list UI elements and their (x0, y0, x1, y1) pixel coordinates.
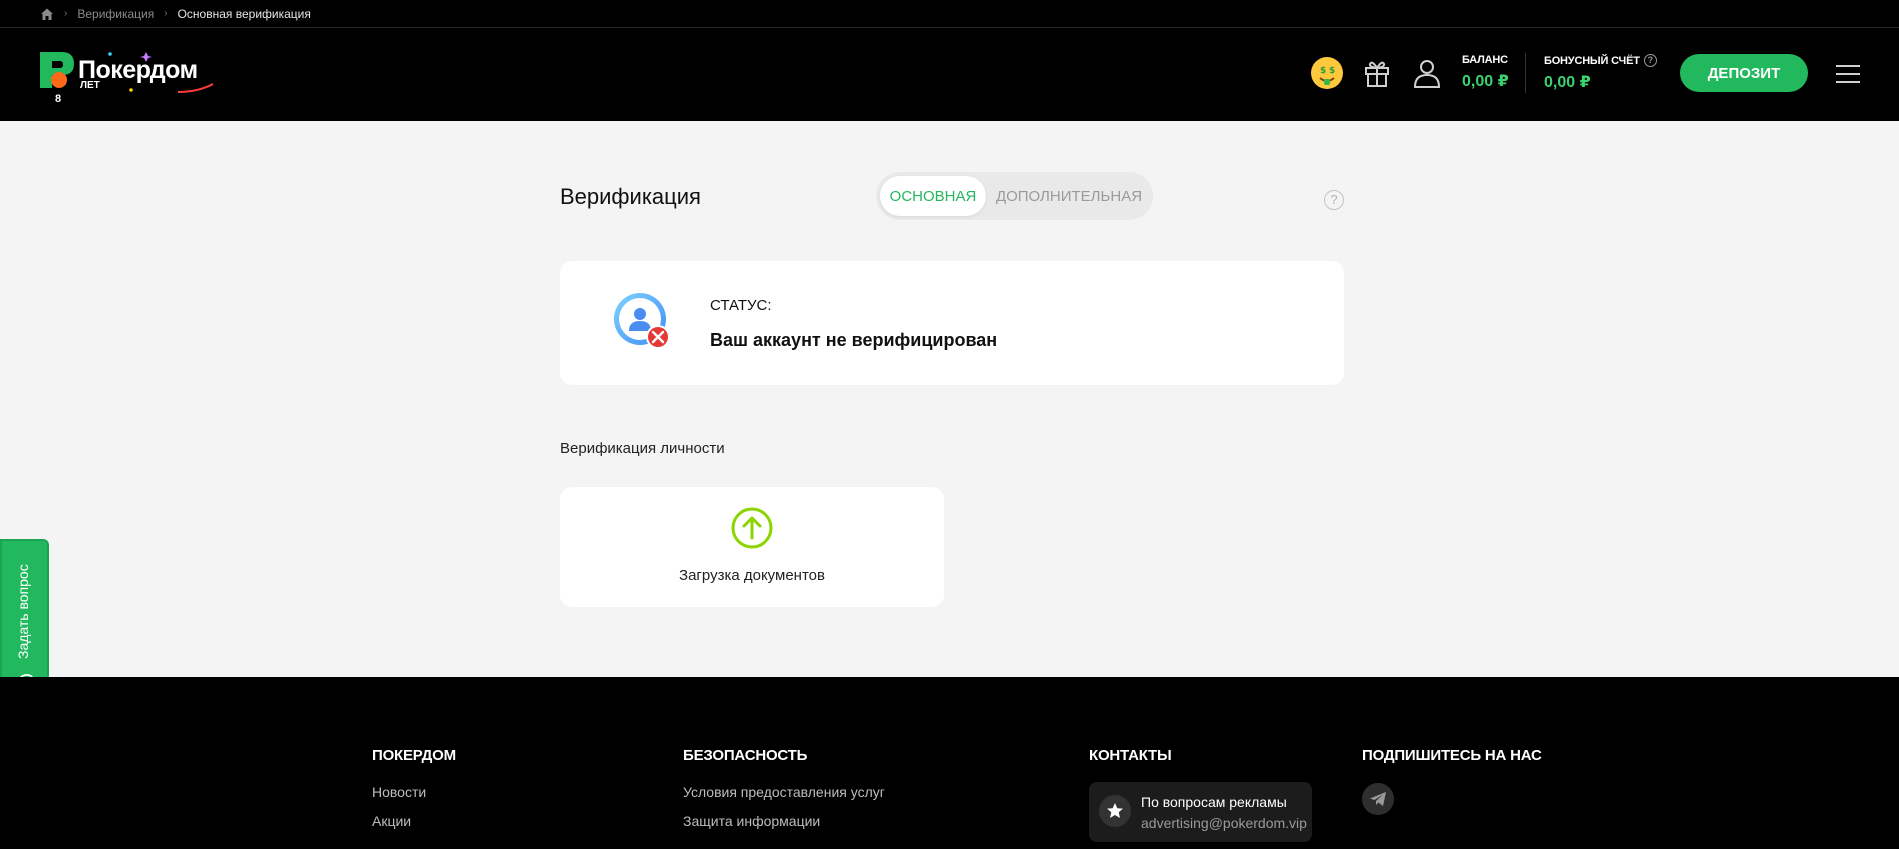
money-face-icon[interactable]: $ $ (1310, 56, 1344, 90)
footer-title-security: БЕЗОПАСНОСТЬ (683, 747, 808, 764)
page-title: Верификация (560, 184, 701, 209)
status-card: СТАТУС: Ваш аккаунт не верифицирован (560, 261, 1344, 385)
menu-icon[interactable] (1836, 64, 1860, 84)
balance-block[interactable]: БАЛАНС 0,00 ₽ (1462, 54, 1509, 91)
gift-icon[interactable] (1360, 56, 1394, 90)
identity-section-label: Верификация личности (560, 440, 725, 457)
footer-title-subscribe: ПОДПИШИТЕСЬ НА НАС (1362, 747, 1542, 764)
svg-text:$: $ (1320, 66, 1326, 76)
balance-value: 0,00 ₽ (1462, 73, 1509, 90)
footer-title-pokerdom: ПОКЕРДОМ (372, 747, 456, 764)
chevron-right-icon: › (64, 8, 68, 19)
breadcrumb: › Верификация › Основная верификация (0, 0, 1899, 28)
status-label: СТАТУС: (710, 297, 772, 314)
footer-link-privacy[interactable]: Защита информации (683, 813, 820, 829)
question-icon[interactable]: ? (1643, 54, 1657, 67)
status-value: Ваш аккаунт не верифицирован (710, 330, 998, 350)
footer-title-contacts: КОНТАКТЫ (1089, 747, 1172, 764)
profile-icon[interactable] (1410, 56, 1444, 90)
verification-tabs: ОСНОВНАЯ ДОПОЛНИТЕЛЬНАЯ (876, 172, 1153, 220)
logo-years-label: ЛЕТ (80, 80, 100, 91)
logo-years-number: 8 (55, 93, 62, 105)
tab-basic[interactable]: ОСНОВНАЯ (880, 176, 986, 216)
footer-link-promotions[interactable]: Акции (372, 813, 411, 829)
upload-documents-card[interactable]: Загрузка документов (560, 487, 944, 607)
site-footer: ПОКЕРДОМ Новости Акции БЕЗОПАСНОСТЬ Усло… (0, 677, 1899, 849)
bonus-value: 0,00 ₽ (1544, 74, 1591, 91)
deposit-button[interactable]: ДЕПОЗИТ (1680, 54, 1808, 92)
ask-question-label: Задать вопрос (15, 564, 31, 659)
footer-link-news[interactable]: Новости (372, 784, 426, 800)
home-icon[interactable] (40, 7, 54, 21)
upload-documents-label: Загрузка документов (679, 567, 825, 584)
upload-arrow-icon (731, 507, 773, 549)
chevron-right-icon: › (164, 8, 168, 19)
advertising-contact[interactable]: По вопросам рекламы advertising@pokerdom… (1089, 782, 1312, 842)
telegram-icon[interactable] (1362, 783, 1394, 815)
tab-additional[interactable]: ДОПОЛНИТЕЛЬНАЯ (992, 176, 1146, 216)
site-header: Покердом 8 ЛЕТ $ $ БАЛАНС 0,00 ₽ БОНУСНЫ… (0, 28, 1899, 121)
star-icon (1099, 795, 1131, 827)
bonus-label: БОНУСНЫЙ СЧЁТ? (1544, 54, 1657, 67)
breadcrumb-item-verification[interactable]: Верификация (77, 7, 154, 21)
bonus-block[interactable]: БОНУСНЫЙ СЧЁТ? 0,00 ₽ (1544, 54, 1657, 92)
unverified-user-icon (614, 293, 670, 349)
divider (1525, 53, 1526, 93)
balance-label: БАЛАНС (1462, 54, 1508, 66)
help-icon[interactable]: ? (1324, 190, 1344, 210)
svg-text:$: $ (1329, 66, 1335, 76)
advertising-email[interactable]: advertising@pokerdom.vip (1141, 815, 1307, 831)
advertising-title: По вопросам рекламы (1141, 794, 1287, 810)
footer-link-terms[interactable]: Условия предоставления услуг (683, 784, 885, 800)
breadcrumb-item-current: Основная верификация (177, 6, 311, 21)
